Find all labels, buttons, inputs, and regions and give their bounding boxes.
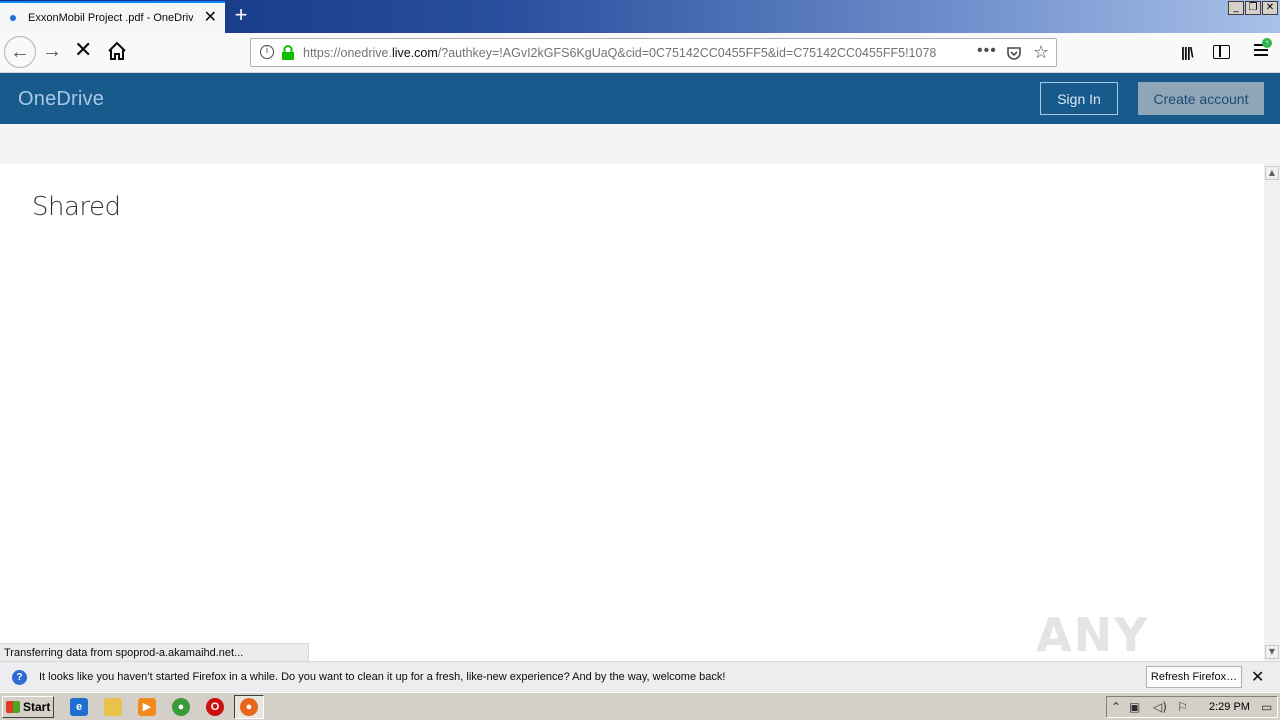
tab-active[interactable]: ExxonMobil Project .pdf - OneDrive ✕	[0, 1, 225, 33]
file-explorer-icon[interactable]	[104, 698, 122, 716]
vertical-scrollbar[interactable]: ▲ ▼	[1264, 164, 1280, 661]
site-info-icon[interactable]: i	[260, 45, 274, 59]
back-arrow-icon[interactable]: ←	[4, 36, 36, 68]
library-icon[interactable]: |||\	[1181, 44, 1194, 60]
start-label: Start	[23, 700, 51, 714]
refresh-firefox-button[interactable]: Refresh Firefox…	[1146, 666, 1242, 688]
firefox-icon: ●	[240, 698, 258, 716]
browser-tabstrip: ExxonMobil Project .pdf - OneDrive ✕ + _…	[0, 0, 1280, 33]
notification-text: It looks like you haven’t started Firefo…	[39, 671, 726, 683]
minimize-icon[interactable]: _	[1228, 1, 1244, 15]
main-content: Shared	[0, 164, 1264, 661]
tray-expand-icon[interactable]: ⌃	[1111, 700, 1121, 714]
home-icon[interactable]	[106, 40, 128, 62]
pocket-icon[interactable]	[1006, 45, 1022, 61]
restore-icon[interactable]: ❐	[1245, 1, 1261, 15]
start-button[interactable]: Start	[2, 696, 54, 718]
windows-logo-icon	[6, 701, 20, 713]
sign-in-button[interactable]: Sign In	[1040, 82, 1118, 115]
sidebar-icon[interactable]	[1213, 45, 1230, 59]
tab-title: ExxonMobil Project .pdf - OneDrive	[28, 12, 193, 24]
media-player-icon[interactable]: ▶	[138, 698, 156, 716]
forward-arrow-icon[interactable]: →	[42, 40, 62, 63]
volume-icon[interactable]: ◁)	[1153, 700, 1167, 714]
create-account-button[interactable]: Create account	[1138, 82, 1264, 115]
system-tray: ⌃ ▣ ◁) ⚐ ▭	[1106, 696, 1278, 718]
status-panel: Transferring data from spoprod-a.akamaih…	[0, 643, 309, 661]
navigation-toolbar: ← → ✕ i https://onedrive.live.com/?authk…	[0, 33, 1280, 73]
action-center-flag-icon[interactable]: ⚐	[1177, 700, 1188, 714]
help-icon: ?	[12, 670, 27, 685]
notification-close-icon[interactable]: ✕	[1251, 667, 1264, 686]
windows-taskbar: Start e ▶ ● O ● ⌃ ▣ ◁) ⚐ ▭ 2:29 PM	[0, 692, 1280, 720]
update-badge-icon: ↑	[1262, 38, 1272, 48]
bookmark-star-icon[interactable]: ☆	[1033, 42, 1049, 63]
new-tab-button[interactable]: +	[230, 4, 252, 26]
onedrive-favicon-icon	[10, 15, 16, 21]
firefox-taskbar-button[interactable]: ●	[234, 695, 264, 719]
address-bar[interactable]: i https://onedrive.live.com/?authkey=!AG…	[250, 38, 1057, 67]
command-bar	[0, 124, 1280, 164]
onedrive-logo-text[interactable]: OneDrive	[18, 88, 104, 111]
window-close-icon[interactable]: ✕	[1262, 1, 1278, 15]
onedrive-header: OneDrive Sign In Create account	[0, 73, 1280, 124]
close-tab-icon[interactable]: ✕	[204, 10, 217, 26]
chrome-icon[interactable]: ●	[172, 698, 190, 716]
window-controls: _ ❐ ✕	[1228, 1, 1278, 15]
page-title: Shared	[32, 192, 121, 222]
notification-bar: ? It looks like you haven’t started Fire…	[0, 661, 1280, 692]
url-host: live.com	[391, 46, 438, 60]
internet-explorer-icon[interactable]: e	[70, 698, 88, 716]
url-text[interactable]: https://onedrive.live.com/?authkey=!AGvI…	[303, 46, 943, 60]
page-actions-icon[interactable]: •••	[977, 42, 997, 60]
opera-icon[interactable]: O	[206, 698, 224, 716]
network-icon[interactable]: ▣	[1129, 700, 1140, 714]
scroll-up-icon[interactable]: ▲	[1265, 166, 1279, 180]
clock[interactable]: 2:29 PM	[1209, 701, 1250, 713]
lock-icon[interactable]	[281, 45, 295, 61]
url-prefix: https://onedrive.	[303, 46, 392, 60]
url-suffix: /?authkey=!AGvI2kGFS6KgUaQ&cid=0C75142CC…	[437, 46, 937, 60]
stop-loading-icon[interactable]: ✕	[74, 38, 92, 63]
show-desktop-icon[interactable]: ▭	[1261, 700, 1272, 714]
